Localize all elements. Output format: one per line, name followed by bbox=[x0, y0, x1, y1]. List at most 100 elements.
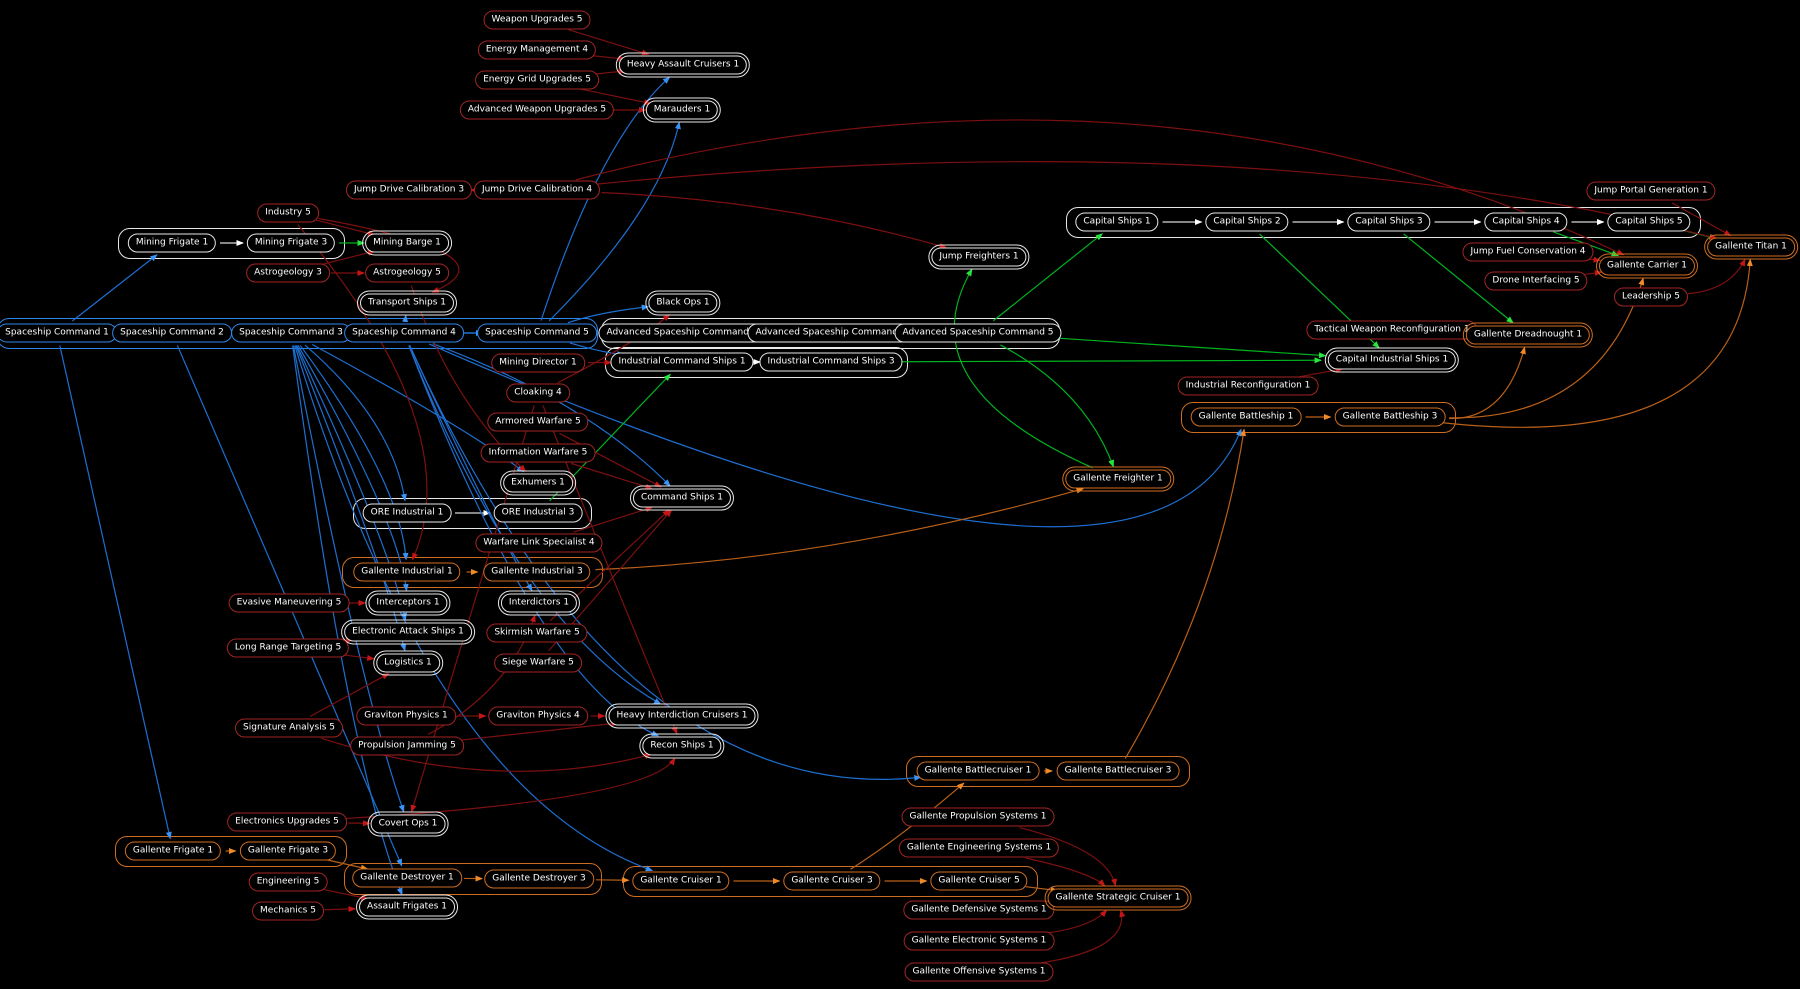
node-cs5[interactable]: Capital Ships 5 bbox=[1607, 213, 1690, 232]
node-gp1[interactable]: Graviton Physics 1 bbox=[356, 707, 456, 726]
node-sc4[interactable]: Spaceship Command 4 bbox=[344, 324, 464, 343]
node-gf3[interactable]: Gallente Frigate 3 bbox=[240, 842, 336, 861]
edge-jdc4-gca1 bbox=[576, 120, 1624, 255]
node-cmd1[interactable]: Command Ships 1 bbox=[633, 489, 731, 508]
node-af1[interactable]: Assault Frigates 1 bbox=[359, 898, 455, 917]
node-intd1[interactable]: Interdictors 1 bbox=[501, 594, 577, 613]
edge-gbs3-gdr1 bbox=[1449, 347, 1525, 418]
node-cs1[interactable]: Capital Ships 1 bbox=[1075, 213, 1158, 232]
node-gfr1[interactable]: Gallente Freighter 1 bbox=[1065, 470, 1171, 489]
node-gbc3[interactable]: Gallente Battlecruiser 3 bbox=[1057, 762, 1180, 781]
node-gca1[interactable]: Gallente Carrier 1 bbox=[1599, 257, 1695, 276]
node-gi1[interactable]: Gallente Industrial 1 bbox=[353, 563, 460, 582]
node-jf1[interactable]: Jump Freighters 1 bbox=[931, 248, 1026, 267]
edge-mec5-af1 bbox=[324, 909, 355, 910]
node-cis1[interactable]: Capital Industrial Ships 1 bbox=[1328, 351, 1456, 370]
node-pj5[interactable]: Propulsion Jamming 5 bbox=[350, 737, 464, 756]
edge-asc5-cis1 bbox=[1048, 338, 1325, 356]
node-gc5[interactable]: Gallente Cruiser 5 bbox=[930, 872, 1027, 891]
node-jfc4[interactable]: Jump Fuel Conservation 4 bbox=[1462, 243, 1593, 262]
node-eng5[interactable]: Engineering 5 bbox=[249, 873, 328, 892]
node-gd3[interactable]: Gallente Destroyer 3 bbox=[484, 870, 594, 889]
edge-eng5-af1 bbox=[322, 889, 368, 899]
node-em4[interactable]: Energy Management 4 bbox=[478, 41, 596, 60]
node-skw5[interactable]: Skirmish Warfare 5 bbox=[486, 624, 587, 643]
node-gc1[interactable]: Gallente Cruiser 1 bbox=[632, 872, 729, 891]
node-gps1[interactable]: Gallente Propulsion Systems 1 bbox=[902, 808, 1055, 827]
node-gi3[interactable]: Gallente Industrial 3 bbox=[483, 563, 590, 582]
node-mar1[interactable]: Marauders 1 bbox=[646, 101, 718, 120]
node-jdc4[interactable]: Jump Drive Calibration 4 bbox=[474, 181, 600, 200]
node-sc5[interactable]: Spaceship Command 5 bbox=[477, 324, 597, 343]
node-siw5[interactable]: Siege Warfare 5 bbox=[494, 654, 582, 673]
node-iw5[interactable]: Information Warfare 5 bbox=[481, 444, 596, 463]
node-asc5[interactable]: Advanced Spaceship Command 5 bbox=[894, 324, 1061, 343]
node-lrt5[interactable]: Long Range Targeting 5 bbox=[227, 639, 349, 658]
node-jdc3[interactable]: Jump Drive Calibration 3 bbox=[346, 181, 472, 200]
node-sc2[interactable]: Spaceship Command 2 bbox=[112, 324, 232, 343]
node-twr1[interactable]: Tactical Weapon Reconfiguration 1 bbox=[1306, 321, 1477, 340]
node-cs2[interactable]: Capital Ships 2 bbox=[1205, 213, 1288, 232]
node-ts1[interactable]: Transport Ships 1 bbox=[360, 294, 454, 313]
node-sc1[interactable]: Spaceship Command 1 bbox=[0, 324, 117, 343]
node-asc4[interactable]: Advanced Spaceship Command 4 bbox=[747, 324, 914, 343]
edge-sc4-ts1 bbox=[405, 315, 406, 320]
node-gos1[interactable]: Gallente Offensive Systems 1 bbox=[905, 963, 1054, 982]
node-int1[interactable]: Interceptors 1 bbox=[368, 594, 447, 613]
node-hac1[interactable]: Heavy Assault Cruisers 1 bbox=[619, 56, 747, 75]
node-gf1[interactable]: Gallente Frigate 1 bbox=[125, 842, 221, 861]
node-ics1[interactable]: Industrial Command Ships 1 bbox=[610, 353, 753, 372]
node-gbs1[interactable]: Gallente Battleship 1 bbox=[1191, 408, 1302, 427]
node-em5[interactable]: Evasive Maneuvering 5 bbox=[229, 594, 350, 613]
node-gti1[interactable]: Gallente Titan 1 bbox=[1707, 238, 1795, 257]
node-gbc1[interactable]: Gallente Battlecruiser 1 bbox=[917, 762, 1040, 781]
node-sc3[interactable]: Spaceship Command 3 bbox=[231, 324, 351, 343]
node-ir1[interactable]: Industrial Reconfiguration 1 bbox=[1178, 377, 1319, 396]
node-gdr1[interactable]: Gallente Dreadnought 1 bbox=[1466, 326, 1590, 345]
node-mec5[interactable]: Mechanics 5 bbox=[252, 902, 324, 921]
edge-ics3-cis1 bbox=[902, 360, 1321, 361]
node-aw5[interactable]: Armored Warfare 5 bbox=[487, 413, 588, 432]
node-mb1[interactable]: Mining Barge 1 bbox=[365, 234, 449, 253]
node-gc3[interactable]: Gallente Cruiser 3 bbox=[783, 872, 880, 891]
node-ld5[interactable]: Leadership 5 bbox=[1614, 288, 1688, 307]
node-ore3[interactable]: ORE Industrial 3 bbox=[494, 504, 583, 523]
node-exh1[interactable]: Exhumers 1 bbox=[503, 474, 573, 493]
node-mf3[interactable]: Mining Frigate 3 bbox=[247, 234, 335, 253]
node-awu5[interactable]: Advanced Weapon Upgrades 5 bbox=[460, 101, 614, 120]
node-cs4[interactable]: Capital Ships 4 bbox=[1484, 213, 1567, 232]
edge-sc1-gf1 bbox=[60, 345, 170, 838]
node-ast5[interactable]: Astrogeology 5 bbox=[365, 264, 449, 283]
node-gp4[interactable]: Graviton Physics 4 bbox=[488, 707, 588, 726]
node-ics3[interactable]: Industrial Command Ships 3 bbox=[759, 353, 902, 372]
node-hic1[interactable]: Heavy Interdiction Cruisers 1 bbox=[609, 707, 756, 726]
node-clk4[interactable]: Cloaking 4 bbox=[506, 384, 570, 403]
node-rec1[interactable]: Recon Ships 1 bbox=[642, 737, 721, 756]
node-asc1[interactable]: Advanced Spaceship Command 1 bbox=[598, 324, 765, 343]
node-wls4[interactable]: Warfare Link Specialist 4 bbox=[475, 534, 602, 553]
node-gbs3[interactable]: Gallente Battleship 3 bbox=[1335, 408, 1446, 427]
node-mf1[interactable]: Mining Frigate 1 bbox=[128, 234, 216, 253]
node-gds1[interactable]: Gallente Defensive Systems 1 bbox=[903, 901, 1054, 920]
edge-ast3-mb1 bbox=[320, 251, 374, 265]
node-ind5[interactable]: Industry 5 bbox=[257, 204, 319, 223]
node-eu5[interactable]: Electronics Upgrades 5 bbox=[227, 813, 347, 832]
node-eas1[interactable]: Electronic Attack Ships 1 bbox=[344, 623, 472, 642]
node-bo1[interactable]: Black Ops 1 bbox=[648, 294, 717, 313]
node-di5[interactable]: Drone Interfacing 5 bbox=[1484, 272, 1587, 291]
node-gel1[interactable]: Gallente Electronic Systems 1 bbox=[904, 932, 1055, 951]
node-sa5[interactable]: Signature Analysis 5 bbox=[235, 719, 343, 738]
edge-sc1-mf1 bbox=[72, 255, 157, 321]
node-ast3[interactable]: Astrogeology 3 bbox=[246, 264, 330, 283]
node-cov1[interactable]: Covert Ops 1 bbox=[371, 815, 446, 834]
node-wu5[interactable]: Weapon Upgrades 5 bbox=[484, 11, 591, 30]
node-gsc1[interactable]: Gallente Strategic Cruiser 1 bbox=[1048, 889, 1189, 908]
node-log1[interactable]: Logistics 1 bbox=[376, 654, 440, 673]
node-ges1[interactable]: Gallente Engineering Systems 1 bbox=[899, 839, 1059, 858]
node-ore1[interactable]: ORE Industrial 1 bbox=[363, 504, 452, 523]
node-jpg1[interactable]: Jump Portal Generation 1 bbox=[1586, 182, 1715, 201]
node-egu5[interactable]: Energy Grid Upgrades 5 bbox=[475, 71, 599, 90]
node-md1[interactable]: Mining Director 1 bbox=[491, 354, 585, 373]
node-gd1[interactable]: Gallente Destroyer 1 bbox=[352, 869, 462, 888]
node-cs3[interactable]: Capital Ships 3 bbox=[1347, 213, 1430, 232]
